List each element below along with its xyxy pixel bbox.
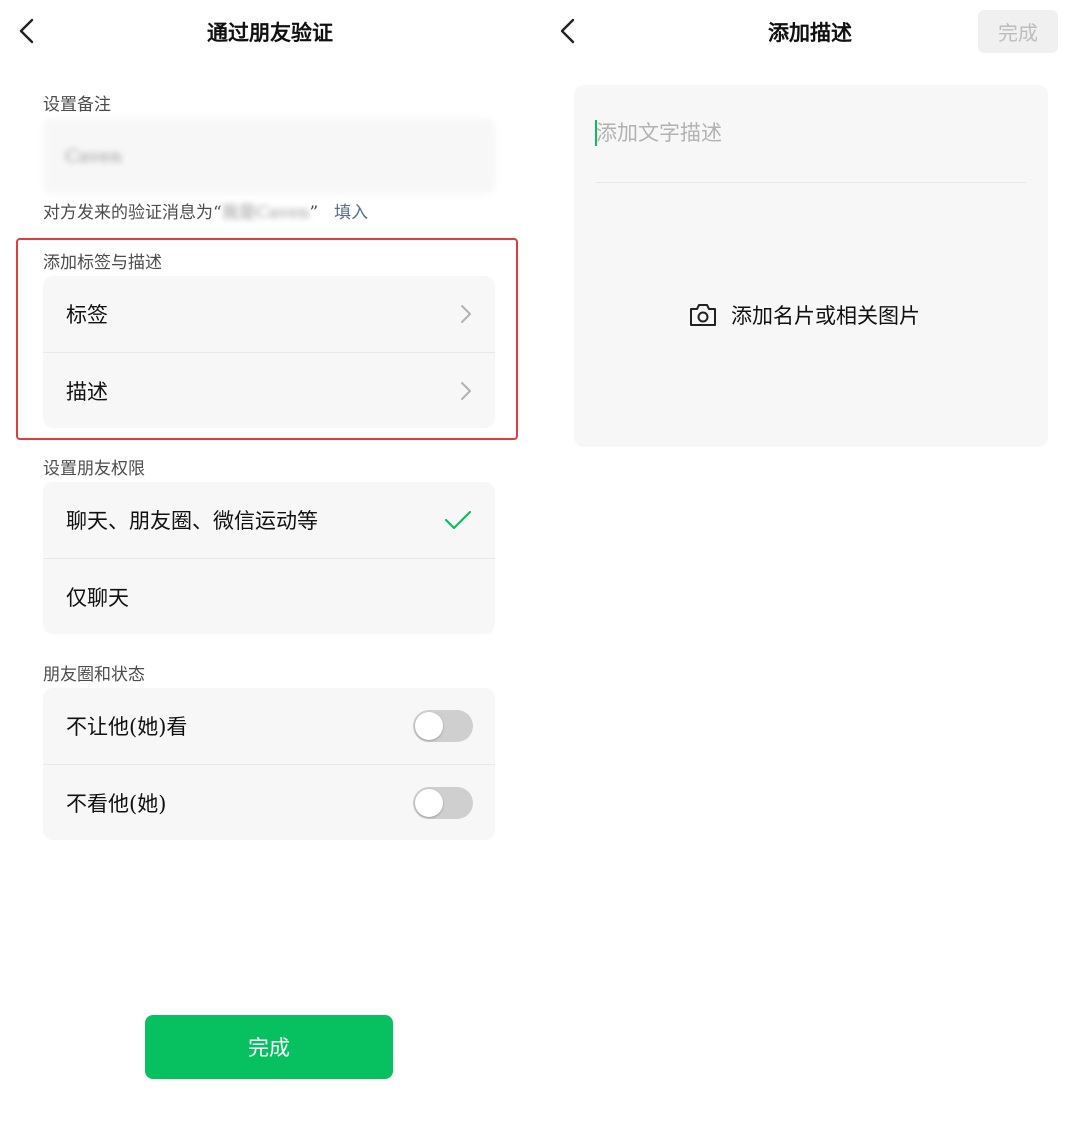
hide-their-moments-toggle[interactable] [413,787,473,819]
camera-icon [690,304,716,326]
hint-prefix: 对方发来的验证消息为“ [43,203,222,223]
add-photo-button[interactable]: 添加名片或相关图片 [689,300,920,330]
permission-option-label: 聊天、朋友圈、微信运动等 [66,509,318,533]
moments-section-label: 朋友圈和状态 [43,665,145,685]
toggle-knob [415,789,443,817]
tags-row-label: 标签 [66,303,108,327]
hint-message: 我是Caven [221,203,310,223]
remark-section-label: 设置备注 [43,95,111,115]
checkmark-icon [444,510,472,530]
fill-in-link[interactable]: 填入 [334,203,368,223]
verification-hint: 对方发来的验证消息为“我是Caven” 填入 [43,198,368,223]
hide-my-moments-row: 不让他(她)看 [43,688,495,764]
permission-option-label: 仅聊天 [66,586,129,610]
tags-row[interactable]: 标签 [43,276,495,352]
description-row-label: 描述 [66,380,108,404]
chevron-right-icon [461,382,471,400]
permission-option-chat-only[interactable]: 仅聊天 [43,558,495,634]
page-title: 通过朋友验证 [207,20,333,45]
hide-their-moments-label: 不看他(她) [66,792,167,816]
description-card: 添加名片或相关图片 [574,85,1048,447]
tags-section-label: 添加标签与描述 [43,253,162,273]
toggle-knob [415,712,443,740]
moments-card: 不让他(她)看 不看他(她) [43,688,495,840]
permissions-section-label: 设置朋友权限 [43,459,145,479]
add-photo-label: 添加名片或相关图片 [731,304,920,328]
remark-input[interactable] [43,118,495,194]
description-text-input[interactable] [596,113,1026,153]
permission-option-all[interactable]: 聊天、朋友圈、微信运动等 [43,482,495,558]
tags-card: 标签 描述 [43,276,495,428]
divider [596,182,1026,183]
hide-their-moments-row: 不看他(她) [43,764,495,840]
done-button[interactable]: 完成 [145,1015,393,1079]
hide-my-moments-toggle[interactable] [413,710,473,742]
hide-my-moments-label: 不让他(她)看 [66,715,188,739]
done-button-disabled[interactable]: 完成 [978,10,1058,53]
hint-suffix: ” [309,203,319,223]
chevron-right-icon [461,305,471,323]
description-row[interactable]: 描述 [43,352,495,428]
permissions-card: 聊天、朋友圈、微信运动等 仅聊天 [43,482,495,634]
